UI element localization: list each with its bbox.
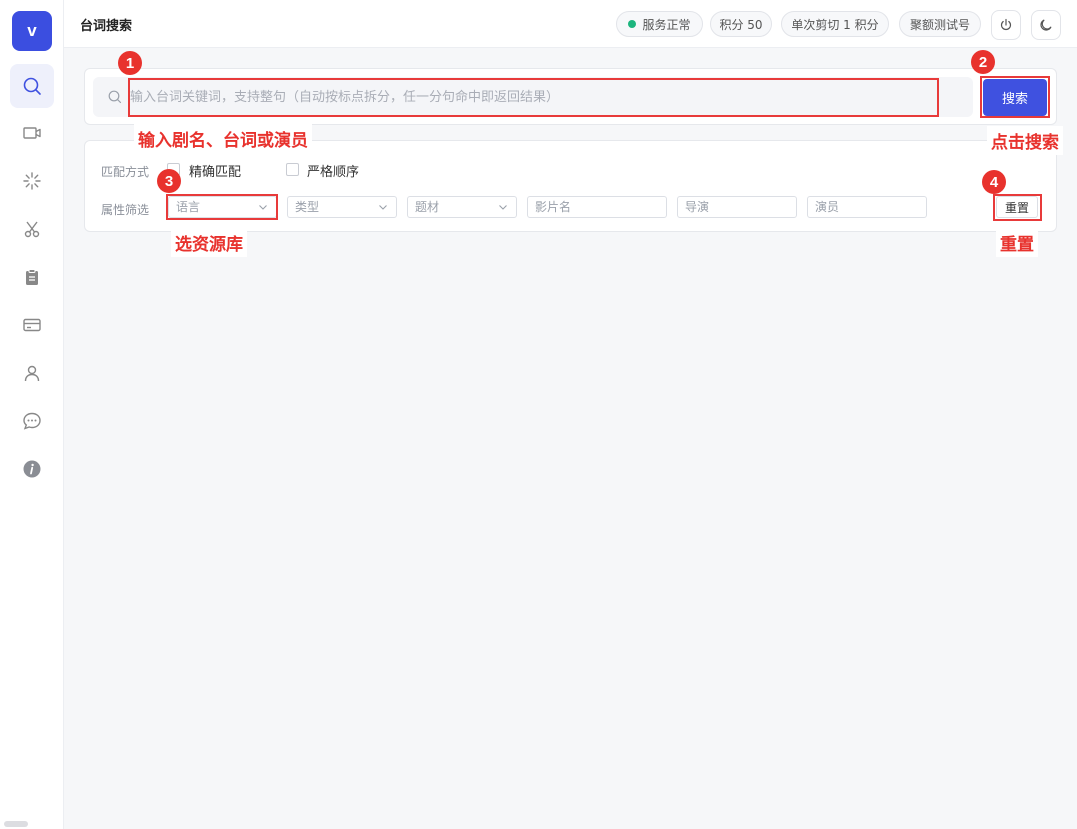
user-icon [24,365,40,382]
sidebar-item-profile[interactable] [10,351,54,395]
annotation-box-search-button [980,76,1050,118]
annotation-label-2: 点击搜索 [987,126,1063,155]
annotation-box-reset-button [993,194,1042,221]
theme-select[interactable]: 题材 [407,196,517,218]
title-filter-input[interactable] [527,196,667,218]
attribute-filter-label: 属性筛选 [101,203,150,217]
sidebar-item-search[interactable] [10,64,54,108]
chevron-down-icon [379,205,387,210]
info-icon [23,460,41,478]
video-icon [23,127,41,139]
points-badge: 积分 50 [710,11,772,37]
sidebar-item-clip[interactable] [10,207,54,251]
sidebar-item-billing[interactable] [10,303,54,347]
account-badge[interactable]: 聚额测试号 [899,11,981,37]
chat-icon [23,412,41,430]
annotation-number-2: 2 [971,50,995,74]
sidebar-scrollbar[interactable] [4,821,28,827]
genre-select[interactable]: 类型 [287,196,397,218]
annotation-label-3: 选资源库 [171,228,247,257]
sidebar: v [0,0,64,829]
cost-badge: 单次剪切 1 积分 [781,11,889,37]
theme-toggle-button[interactable] [1031,10,1061,40]
status-dot-icon [628,20,637,28]
service-status-text: 服务正常 [642,17,691,32]
app-logo[interactable]: v [12,11,52,51]
theme-select-value: 题材 [415,200,440,214]
moon-icon [1040,19,1052,31]
strict-order-label[interactable]: 严格顺序 [307,161,359,180]
service-status-badge: 服务正常 [616,11,703,37]
card-icon [23,318,41,332]
page-title: 台词搜索 [80,19,133,34]
search-icon [23,77,41,95]
annotation-label-4: 重置 [996,228,1038,257]
sidebar-item-loading[interactable] [10,159,54,203]
annotation-number-1: 1 [118,51,142,75]
annotation-box-language-select [166,194,278,220]
actor-filter-input[interactable] [807,196,927,218]
strict-order-checkbox[interactable] [286,163,299,176]
annotation-label-1: 输入剧名、台词或演员 [134,124,312,153]
logout-button[interactable] [991,10,1021,40]
annotation-box-search-input [128,78,939,117]
sidebar-item-about[interactable] [10,447,54,491]
sidebar-item-feedback[interactable] [10,399,54,443]
loading-icon [23,172,41,190]
power-icon [1000,18,1012,31]
annotation-number-4: 4 [982,170,1006,194]
chevron-down-icon [499,205,507,210]
director-filter-input[interactable] [677,196,797,218]
sidebar-item-tasks[interactable] [10,255,54,299]
exact-match-label[interactable]: 精确匹配 [189,161,241,180]
annotation-number-3: 3 [157,169,181,193]
match-mode-label: 匹配方式 [101,165,150,179]
sidebar-item-video[interactable] [10,111,54,155]
genre-select-value: 类型 [295,200,320,214]
search-field-icon [108,90,122,104]
scissors-icon [24,221,40,238]
clipboard-icon [26,269,38,285]
